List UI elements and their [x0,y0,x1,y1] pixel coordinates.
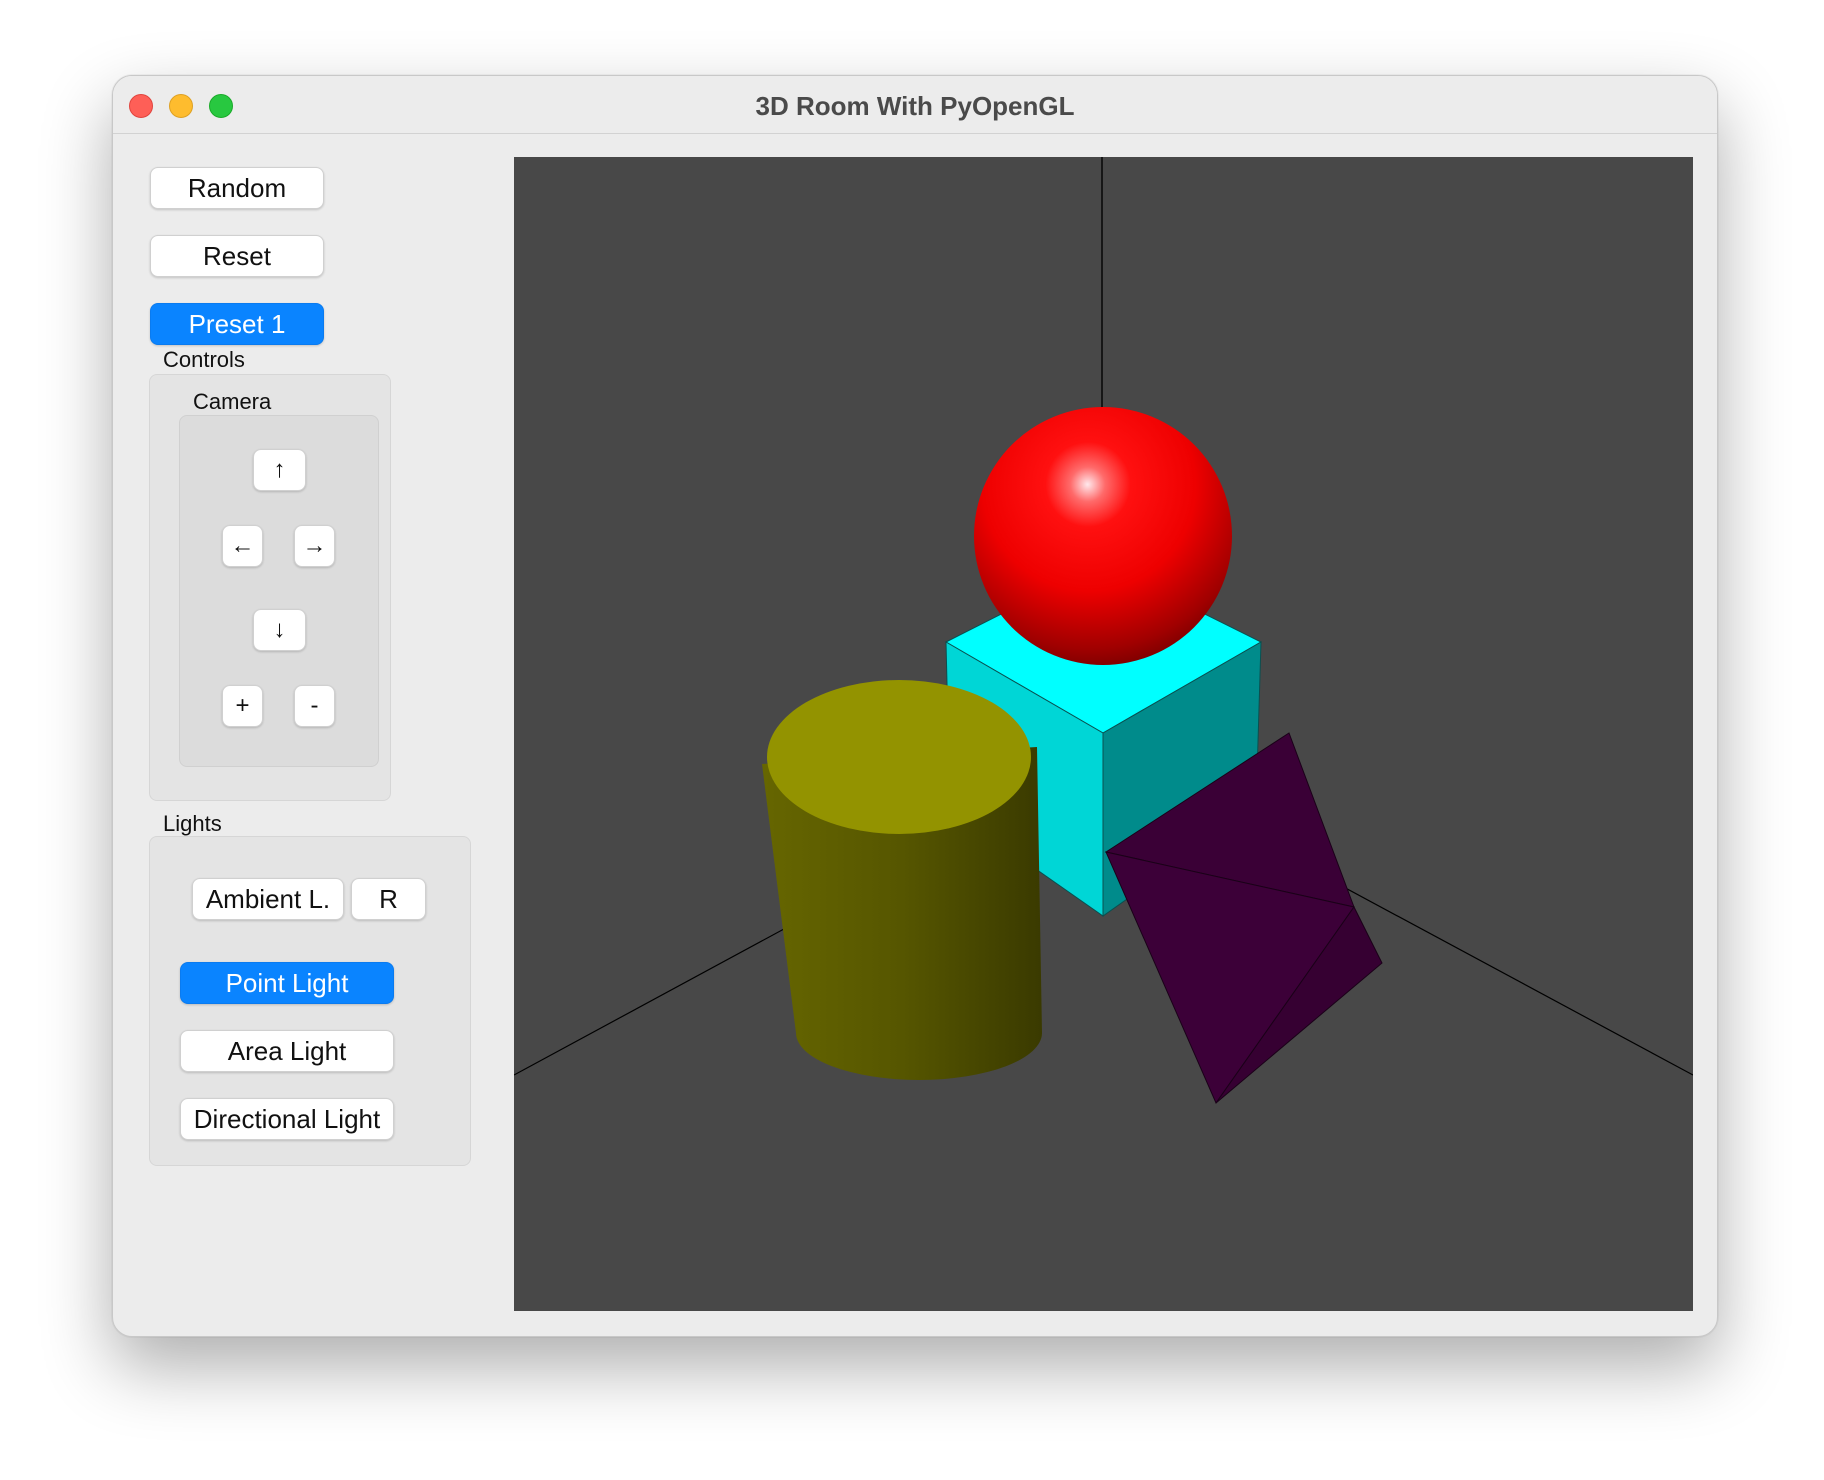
plus-icon: + [235,692,250,719]
reset-button[interactable]: Reset [150,235,324,277]
opengl-viewport[interactable] [514,157,1693,1311]
camera-up-button[interactable]: ↑ [253,449,306,491]
ambient-light-reset-button[interactable]: R [351,878,426,920]
scene-canvas [514,157,1693,1105]
cylinder [762,680,1042,1080]
ambient-light-button[interactable]: Ambient L. [192,878,344,920]
point-light-button[interactable]: Point Light [180,962,394,1004]
camera-down-button[interactable]: ↓ [253,609,306,651]
arrow-right-icon: → [302,532,327,559]
arrow-down-icon: ↓ [273,616,286,643]
title-bar: 3D Room With PyOpenGL [113,76,1717,134]
arrow-up-icon: ↑ [273,456,286,483]
camera-label: Camera [193,389,272,414]
random-button[interactable]: Random [150,167,324,209]
controls-label: Controls [163,347,245,372]
sphere [974,407,1232,665]
window-title: 3D Room With PyOpenGL [755,91,1075,121]
app-window: 3D Room With PyOpenGL Random Reset Prese… [112,75,1718,1337]
directional-light-button[interactable]: Directional Light [180,1098,394,1140]
arrow-left-icon: ← [230,532,255,559]
preset-1-button[interactable]: Preset 1 [150,303,324,345]
lights-label: Lights [163,811,222,836]
minus-icon: - [310,692,319,719]
zoom-out-button[interactable]: - [294,685,335,727]
camera-left-button[interactable]: ← [222,525,263,567]
camera-right-button[interactable]: → [294,525,335,567]
area-light-button[interactable]: Area Light [180,1030,394,1072]
zoom-in-button[interactable]: + [222,685,263,727]
